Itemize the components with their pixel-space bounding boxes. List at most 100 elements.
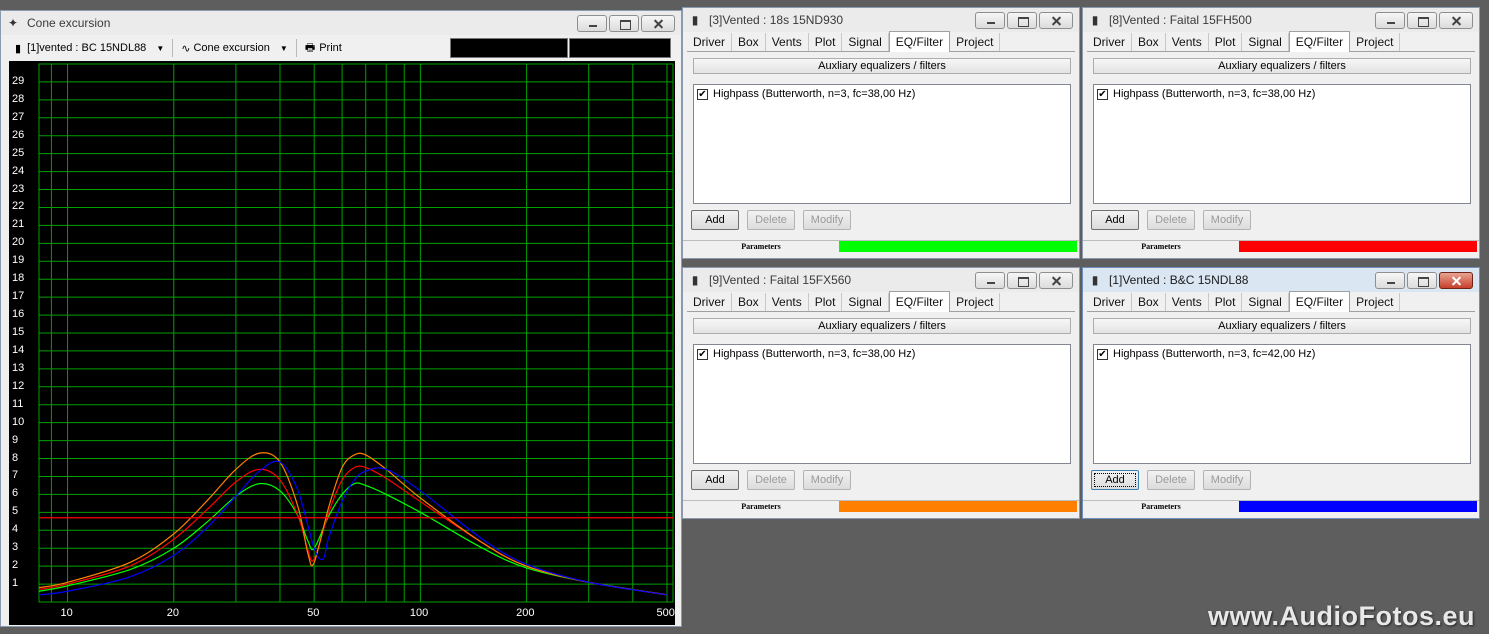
tab-driver[interactable]: Driver: [687, 33, 732, 51]
add-button[interactable]: Add: [691, 210, 739, 230]
toolbar-divider: [172, 39, 174, 57]
tab-eq-filter[interactable]: EQ/Filter: [888, 31, 951, 52]
minimize-button[interactable]: [975, 271, 1005, 289]
tab-plot[interactable]: Plot: [1209, 33, 1243, 51]
delete-button[interactable]: Delete: [747, 470, 795, 490]
modify-button[interactable]: Modify: [803, 470, 851, 490]
delete-button[interactable]: Delete: [1147, 210, 1195, 230]
close-button[interactable]: [1039, 271, 1073, 289]
y-tick-label: 4: [12, 523, 19, 536]
tab-plot[interactable]: Plot: [809, 33, 843, 51]
close-button[interactable]: [641, 14, 675, 32]
y-tick-label: 24: [12, 164, 25, 177]
tab-eq-filter[interactable]: EQ/Filter: [1288, 31, 1351, 52]
tab-signal[interactable]: Signal: [842, 33, 889, 51]
delete-button[interactable]: Delete: [747, 210, 795, 230]
tab-signal[interactable]: Signal: [842, 293, 889, 311]
aux-equalizers-header[interactable]: Auxliary equalizers / filters: [1093, 318, 1471, 334]
tab-driver[interactable]: Driver: [1087, 33, 1132, 51]
minimize-button[interactable]: [975, 11, 1005, 29]
tab-vents[interactable]: Vents: [1166, 33, 1209, 51]
filter-list[interactable]: ✔ Highpass (Butterworth, n=3, fc=38,00 H…: [1093, 84, 1471, 204]
list-item[interactable]: ✔ Highpass (Butterworth, n=3, fc=42,00 H…: [1094, 346, 1470, 362]
tab-box[interactable]: Box: [732, 293, 766, 311]
tab-project[interactable]: Project: [1350, 33, 1401, 51]
x-tick-label: 100: [409, 607, 429, 619]
excursion-chart: [38, 63, 674, 603]
y-tick-label: 25: [12, 146, 25, 159]
x-tick-label: 500: [656, 607, 675, 619]
close-button[interactable]: [1439, 11, 1473, 29]
add-button[interactable]: Add: [1091, 470, 1139, 490]
series-line-4: [38, 460, 668, 596]
modify-button[interactable]: Modify: [803, 210, 851, 230]
series-color-swatch: [1239, 501, 1477, 512]
list-item[interactable]: ✔ Highpass (Butterworth, n=3, fc=38,00 H…: [1094, 86, 1470, 102]
delete-button[interactable]: Delete: [1147, 470, 1195, 490]
tab-vents[interactable]: Vents: [766, 293, 809, 311]
maximize-button[interactable]: [1407, 271, 1437, 289]
tab-driver[interactable]: Driver: [687, 293, 732, 311]
tab-vents[interactable]: Vents: [1166, 293, 1209, 311]
filter-checkbox[interactable]: ✔: [697, 348, 708, 360]
maximize-button[interactable]: [1007, 271, 1037, 289]
list-item[interactable]: ✔ Highpass (Butterworth, n=3, fc=38,00 H…: [694, 86, 1070, 102]
filter-list[interactable]: ✔ Highpass (Butterworth, n=3, fc=42,00 H…: [1093, 344, 1471, 464]
filter-list[interactable]: ✔ Highpass (Butterworth, n=3, fc=38,00 H…: [693, 84, 1071, 204]
minimize-button[interactable]: [577, 14, 607, 32]
tab-box[interactable]: Box: [732, 33, 766, 51]
tab-box[interactable]: Box: [1132, 33, 1166, 51]
close-button[interactable]: [1439, 271, 1473, 289]
close-button[interactable]: [1039, 11, 1073, 29]
filter-checkbox[interactable]: ✔: [1097, 88, 1108, 100]
y-tick-label: 15: [12, 326, 25, 338]
eq-window-title: [1]Vented : B&C 15NDL88: [1109, 273, 1249, 287]
tab-project[interactable]: Project: [1350, 293, 1401, 311]
y-tick-label: 19: [12, 254, 25, 267]
tab-project[interactable]: Project: [950, 293, 1001, 311]
graph-titlebar[interactable]: ✦ Cone excursion: [1, 11, 681, 35]
filter-checkbox[interactable]: ✔: [697, 88, 708, 100]
eq-window-titlebar[interactable]: ▮ [3]Vented : 18s 15ND930: [683, 8, 1079, 32]
speaker-icon: ▮: [691, 273, 699, 287]
eq-window: ▮ [9]Vented : Faital 15FX560 Driver Box Ve…: [682, 267, 1080, 519]
tab-eq-filter[interactable]: EQ/Filter: [1288, 291, 1351, 312]
tab-eq-filter[interactable]: EQ/Filter: [888, 291, 951, 312]
minimize-button[interactable]: [1375, 11, 1405, 29]
aux-equalizers-header[interactable]: Auxliary equalizers / filters: [693, 318, 1071, 334]
tab-signal[interactable]: Signal: [1242, 33, 1289, 51]
plot-area[interactable]: 1 2 3 4 5 6 7 8 9 10 11 12 13 14 15 16 17 18 19 20 21 22 23 24 2…: [9, 61, 675, 625]
tab-vents[interactable]: Vents: [766, 33, 809, 51]
tab-driver[interactable]: Driver: [1087, 293, 1132, 311]
aux-equalizers-header[interactable]: Auxliary equalizers / filters: [693, 58, 1071, 74]
speaker-icon: ▮: [1091, 273, 1099, 287]
add-button[interactable]: Add: [691, 470, 739, 490]
eq-window-titlebar[interactable]: ▮ [1]Vented : B&C 15NDL88: [1083, 268, 1479, 292]
y-tick-label: 23: [12, 182, 25, 195]
y-tick-label: 10: [12, 415, 25, 428]
tab-strip: Driver Box Vents Plot Signal EQ/Filter Project: [687, 31, 1075, 52]
tab-project[interactable]: Project: [950, 33, 1001, 51]
add-button[interactable]: Add: [1091, 210, 1139, 230]
minimize-button[interactable]: [1375, 271, 1405, 289]
y-tick-label: 21: [12, 218, 25, 231]
tab-plot[interactable]: Plot: [809, 293, 843, 311]
filter-list[interactable]: ✔ Highpass (Butterworth, n=3, fc=38,00 H…: [693, 344, 1071, 464]
maximize-button[interactable]: [1007, 11, 1037, 29]
maximize-button[interactable]: [609, 14, 639, 32]
modify-button[interactable]: Modify: [1203, 210, 1251, 230]
tab-plot[interactable]: Plot: [1209, 293, 1243, 311]
maximize-button[interactable]: [1407, 11, 1437, 29]
filter-checkbox[interactable]: ✔: [1097, 348, 1108, 360]
tab-signal[interactable]: Signal: [1242, 293, 1289, 311]
print-button[interactable]: 🖶 Print: [301, 38, 346, 58]
modify-button[interactable]: Modify: [1203, 470, 1251, 490]
project-dropdown[interactable]: ▮ [1]vented : BC 15NDL88 ▼: [11, 38, 168, 58]
tab-box[interactable]: Box: [1132, 293, 1166, 311]
eq-window-titlebar[interactable]: ▮ [9]Vented : Faital 15FX560: [683, 268, 1079, 292]
aux-equalizers-header[interactable]: Auxliary equalizers / filters: [1093, 58, 1471, 74]
eq-window-titlebar[interactable]: ▮ [8]Vented : Faital 15FH500: [1083, 8, 1479, 32]
x-tick-label: 200: [516, 607, 535, 619]
plot-type-dropdown[interactable]: ∿ Cone excursion ▼: [177, 38, 292, 58]
list-item[interactable]: ✔ Highpass (Butterworth, n=3, fc=38,00 H…: [694, 346, 1070, 362]
